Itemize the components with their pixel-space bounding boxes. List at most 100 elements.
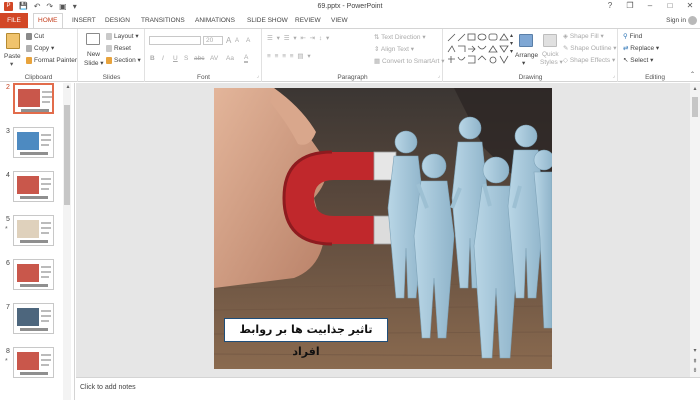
collapse-ribbon-icon[interactable]: ⌃ <box>690 71 695 80</box>
grow-font-button[interactable]: A <box>226 36 231 45</box>
slide-thumbnail[interactable] <box>13 127 54 158</box>
clear-format-button[interactable]: A <box>246 36 250 45</box>
tab-file[interactable]: FILE <box>0 13 28 28</box>
user-avatar-icon[interactable] <box>688 16 697 25</box>
font-size-input[interactable]: 20 <box>203 36 223 45</box>
slide-thumbnail[interactable] <box>13 83 54 114</box>
arrange-dropdown-icon[interactable]: ▾ <box>522 59 525 68</box>
notes-pane[interactable]: Click to add notes <box>76 377 700 400</box>
shapes-gallery-scroll-icon[interactable]: ▴ ▾ ▾ <box>510 32 513 56</box>
align-buttons[interactable]: ≡ ≡ ≡ ≡ ▤ ▾ <box>267 52 312 61</box>
slide-editor: تاثیر جذابیت ها بر روابط افراد <box>76 83 690 377</box>
quick-styles-button[interactable]: Styles ▾ <box>540 58 563 67</box>
layout-button[interactable]: Layout ▾ <box>106 32 139 41</box>
paste-icon[interactable] <box>6 33 20 49</box>
convert-smartart-button[interactable]: ▦ Convert to SmartArt ▾ <box>374 57 444 66</box>
arrange-icon[interactable] <box>519 34 533 47</box>
tab-slide-show[interactable]: SLIDE SHOW <box>247 13 288 28</box>
select-button[interactable]: ↖ Select ▾ <box>623 56 653 65</box>
strikethrough-button[interactable]: abc <box>194 54 204 63</box>
shape-outline-button[interactable]: ✎ Shape Outline ▾ <box>563 44 617 53</box>
section-button[interactable]: Section ▾ <box>106 56 141 65</box>
thumbnail-scrollbar[interactable]: ▴ <box>63 83 71 400</box>
arrange-button[interactable]: Arrange <box>515 51 538 60</box>
sign-in-link[interactable]: Sign in <box>666 13 686 28</box>
drawing-group-label: Drawing <box>518 74 543 81</box>
tab-home[interactable]: HOME <box>33 13 63 29</box>
scroll-down-icon[interactable]: ▾ <box>690 347 700 354</box>
cut-button[interactable]: Cut <box>26 32 44 41</box>
new-slide-icon[interactable] <box>86 33 100 45</box>
tab-insert[interactable]: INSERT <box>72 13 96 28</box>
bold-button[interactable]: B <box>150 54 155 63</box>
paste-dropdown-icon[interactable]: ▾ <box>10 60 13 69</box>
slide-thumbnail[interactable] <box>13 259 54 290</box>
tab-animations[interactable]: ANIMATIONS <box>195 13 235 28</box>
slide-number: 2 <box>6 84 10 91</box>
font-group: 20 A A A B I U S abc AV Aa A Font ⌟ <box>146 29 262 82</box>
slide-number: 5 <box>6 216 10 223</box>
paragraph-dialog-launcher-icon[interactable]: ⌟ <box>438 72 440 81</box>
list-buttons[interactable]: ☰ ▾ ☰ ▾ ⇤ ⇥ ↕ ▾ <box>267 34 330 43</box>
next-slide-icon[interactable]: ⇟ <box>690 367 700 374</box>
slide-thumbnail[interactable] <box>13 303 54 334</box>
window-title: 69.pptx - PowerPoint <box>317 3 383 10</box>
editor-scrollbar[interactable]: ▴ ▾ ⇞ ⇟ <box>690 83 700 377</box>
font-color-button[interactable]: A <box>244 54 249 63</box>
font-dialog-launcher-icon[interactable]: ⌟ <box>257 72 259 81</box>
maximize-icon[interactable]: □ <box>660 0 680 13</box>
find-button[interactable]: ⚲ Find <box>623 32 642 41</box>
shadow-button[interactable]: S <box>184 54 188 63</box>
thumbnail-scroll-thumb[interactable] <box>64 105 70 205</box>
ribbon: Paste ▾ Cut Copy ▾ Format Painter Clipbo… <box>0 28 700 82</box>
editor-scroll-thumb[interactable] <box>692 97 698 117</box>
drawing-group: ▴ ▾ ▾ Arrange ▾ Quick Styles ▾ ◈ Shape Fil… <box>444 29 618 82</box>
shrink-font-button[interactable]: A <box>235 37 239 46</box>
slide-number: 8 <box>6 348 10 355</box>
font-name-input[interactable] <box>149 36 201 45</box>
tab-review[interactable]: REVIEW <box>295 13 321 28</box>
copy-button[interactable]: Copy ▾ <box>26 44 54 53</box>
help-icon[interactable]: ? <box>600 0 620 13</box>
italic-button[interactable]: I <box>162 54 164 63</box>
previous-slide-icon[interactable]: ⇞ <box>690 358 700 365</box>
slide-thumbnail[interactable] <box>13 171 54 202</box>
drawing-dialog-launcher-icon[interactable]: ⌟ <box>613 72 615 81</box>
animation-star-icon: * <box>5 226 8 233</box>
tab-transitions[interactable]: TRANSITIONS <box>141 13 185 28</box>
char-spacing-button[interactable]: AV <box>210 54 218 63</box>
minimize-icon[interactable]: – <box>640 0 660 13</box>
quick-styles-icon[interactable] <box>543 34 557 47</box>
close-icon[interactable]: ✕ <box>680 0 700 13</box>
format-painter-button[interactable]: Format Painter <box>26 56 77 65</box>
notes-placeholder: Click to add notes <box>80 384 136 391</box>
slides-group: New Slide ▾ Layout ▾ Reset Section ▾ Sli… <box>79 29 145 82</box>
slide-thumbnail[interactable] <box>13 347 54 378</box>
slide-caption[interactable]: تاثیر جذابیت ها بر روابط افراد <box>224 318 388 358</box>
thumb-scroll-up-icon[interactable]: ▴ <box>63 83 73 90</box>
current-slide[interactable]: تاثیر جذابیت ها بر روابط افراد <box>214 88 552 369</box>
reset-button[interactable]: Reset <box>106 44 131 53</box>
font-group-label: Font <box>196 74 210 81</box>
change-case-button[interactable]: Aa <box>226 54 234 63</box>
binoculars-icon: ⚲ <box>623 33 630 40</box>
new-slide-button[interactable]: Slide ▾ <box>84 59 104 68</box>
reset-icon <box>106 44 112 52</box>
underline-button[interactable]: U <box>173 54 178 63</box>
tab-design[interactable]: DESIGN <box>105 13 130 28</box>
clipboard-group: Paste ▾ Cut Copy ▾ Format Painter Clipbo… <box>0 29 78 82</box>
ribbon-display-icon[interactable]: ❐ <box>620 0 640 13</box>
slide-thumbnail[interactable] <box>13 215 54 246</box>
new-slide-label-1[interactable]: New <box>87 50 100 59</box>
scroll-up-icon[interactable]: ▴ <box>690 85 700 92</box>
slides-group-label: Slides <box>102 74 121 81</box>
text-direction-button[interactable]: ⇅ Text Direction ▾ <box>374 33 426 42</box>
shapes-gallery[interactable] <box>447 32 509 66</box>
tab-view[interactable]: VIEW <box>331 13 348 28</box>
slide-number: 6 <box>6 260 10 267</box>
shape-fill-button[interactable]: ◈ Shape Fill ▾ <box>563 32 604 41</box>
section-icon <box>106 56 112 64</box>
align-text-button[interactable]: ⇕ Align Text ▾ <box>374 45 414 54</box>
replace-button[interactable]: ⇄ Replace ▾ <box>623 44 659 53</box>
shape-effects-button[interactable]: ◇ Shape Effects ▾ <box>563 56 615 65</box>
